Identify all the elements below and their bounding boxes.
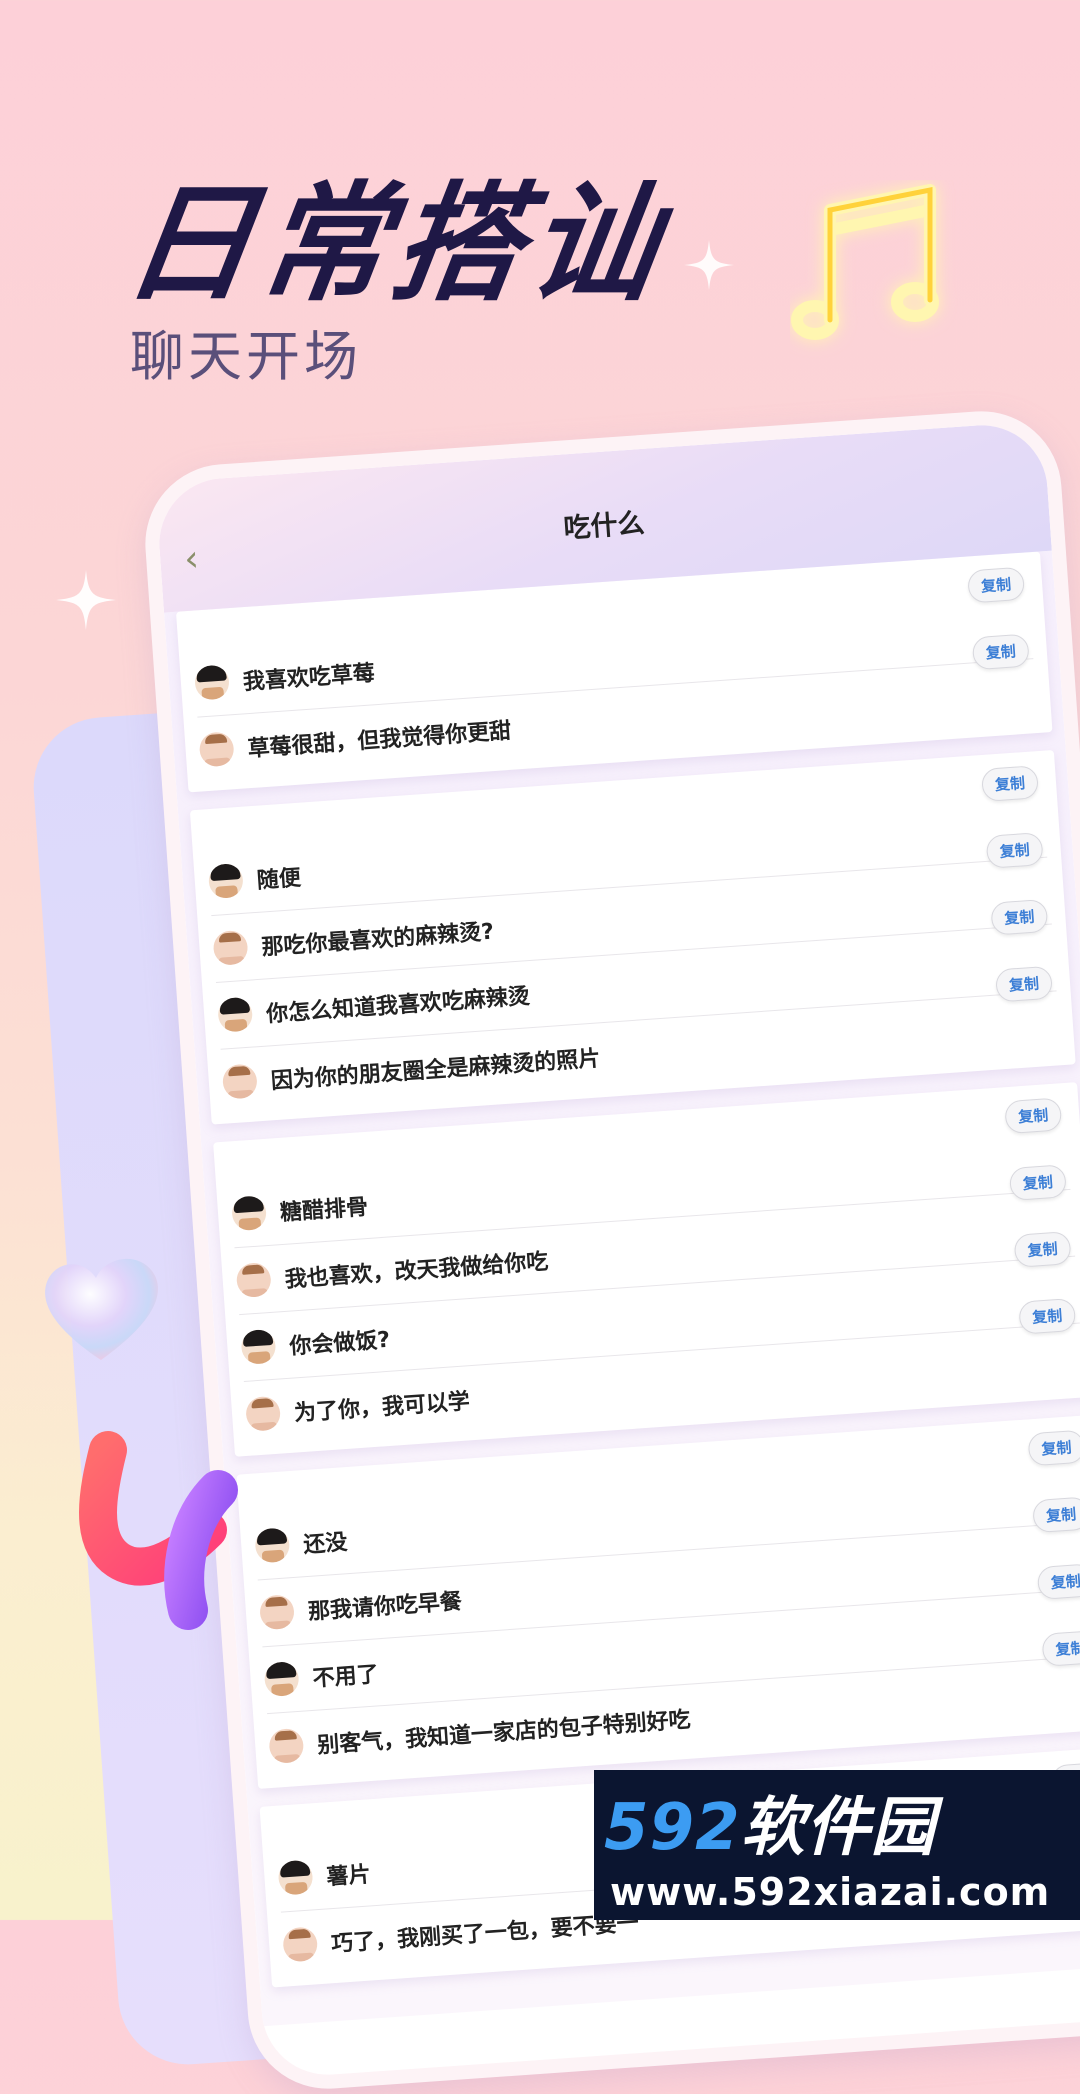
copy-button[interactable]: 复制 [994,965,1054,1003]
copy-button[interactable]: 复制 [1027,1429,1080,1467]
avatar-girl [230,1195,268,1232]
page-title: 吃什么 [562,507,646,545]
watermark-url: www.592xiazai.com [610,1870,1051,1914]
hero-subtitle: 聊天开场 [130,325,362,388]
watermark: 592软件园 www.592xiazai.com [594,1770,1080,1920]
copy-button[interactable]: 复制 [985,832,1044,869]
avatar-boy [282,1926,319,1963]
copy-button[interactable]: 复制 [1032,1496,1080,1534]
sparkle-icon [56,570,116,630]
avatar-boy [268,1727,305,1765]
copy-button[interactable]: 复制 [1004,1097,1063,1135]
avatar-girl [263,1660,300,1698]
avatar-boy [244,1395,282,1432]
avatar-boy [212,929,249,966]
watermark-logo: 592软件园 [604,1791,936,1865]
avatar-girl [217,996,254,1033]
avatar-boy [235,1261,272,1299]
copy-button[interactable]: 复制 [1018,1297,1077,1335]
copy-button[interactable]: 复制 [1008,1164,1067,1202]
sparkle-icon [684,240,734,290]
copy-button[interactable]: 复制 [1013,1231,1072,1268]
avatar-girl [207,862,245,900]
conversation-group: 随便 复制 那吃你最喜欢的麻辣烫? 复制 你怎么知道我喜欢吃麻辣烫 复制 因为你的朋友圈全是… [189,749,1076,1125]
copy-button[interactable]: 复制 [971,633,1030,671]
avatar-boy [221,1063,259,1100]
copy-button[interactable]: 复制 [967,566,1026,604]
avatar-girl [277,1859,314,1896]
hero-title: 日常搭讪 [115,170,673,319]
avatar-girl [193,664,231,701]
copy-button[interactable]: 复制 [990,898,1049,936]
copy-button[interactable]: 复制 [980,765,1040,802]
avatar-boy [198,731,235,768]
heart-icon [45,1258,158,1360]
music-note-icon [791,184,939,340]
swirl-icon [79,1431,238,1630]
conversation-group: 糖醋排骨 复制 我也喜欢，改天我做给你吃 复制 你会做饭? 复制 为了你，我可以学 复制 [213,1082,1080,1457]
avatar-girl [240,1328,277,1366]
copy-button[interactable]: 复制 [1036,1563,1080,1601]
conversation-group: 还没 复制 那我请你吃早餐 复制 不用了 复制 别客气，我知道一家店的包子特别好吃 复制 [236,1414,1080,1789]
